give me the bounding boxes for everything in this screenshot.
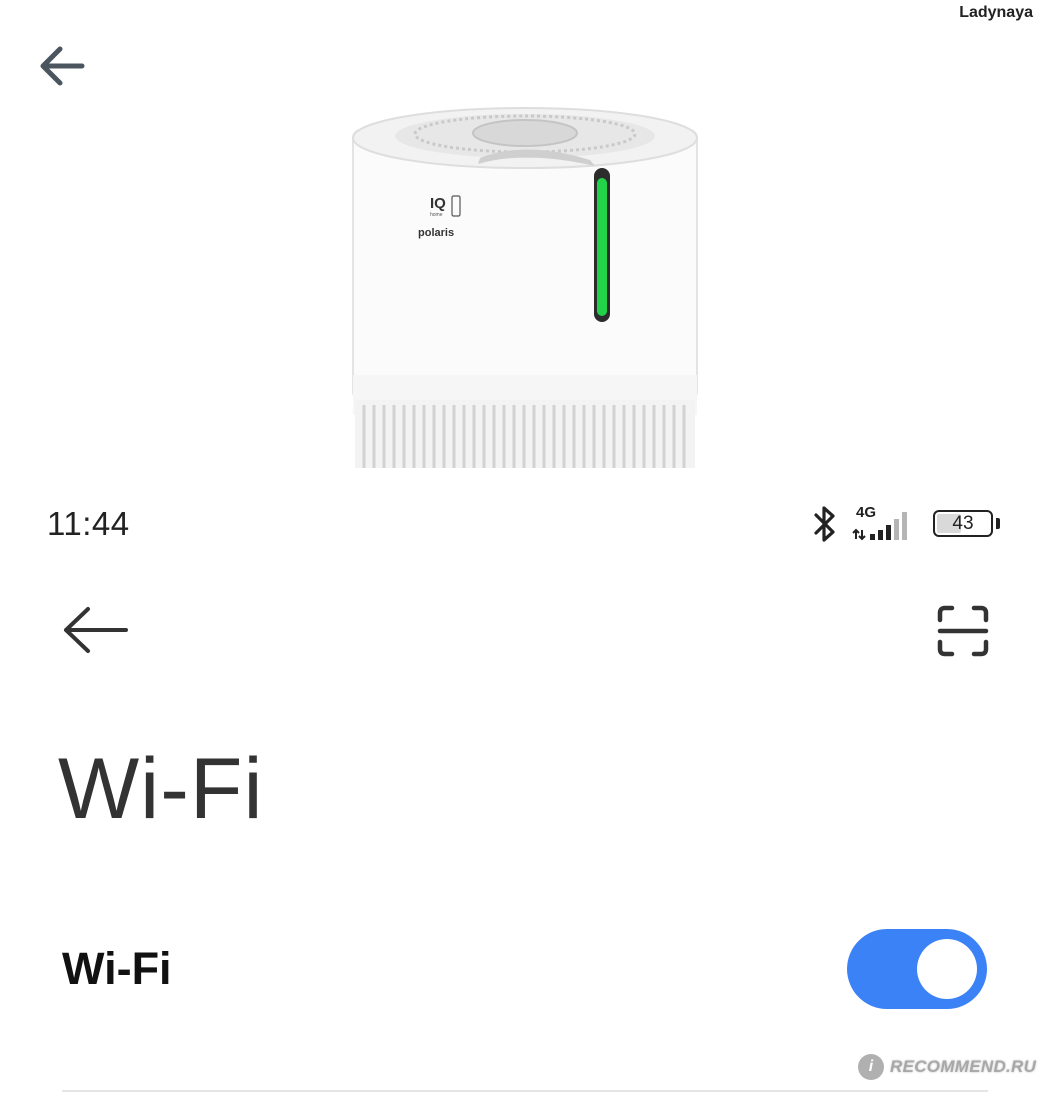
site-watermark-text: RECOMMEND.RU [890,1057,1037,1076]
username-watermark: Ladynaya [959,4,1033,21]
divider [62,1090,988,1092]
product-brand: polaris [418,227,454,239]
arrow-left-icon[interactable] [38,44,86,88]
toggle-knob [917,939,977,999]
scan-icon[interactable] [936,604,990,658]
product-image: IQ home polaris [352,107,698,468]
bluetooth-icon [814,506,835,542]
site-watermark-badge: i [858,1054,884,1080]
page-title: Wi-Fi [58,741,264,837]
site-watermark: i RECOMMEND.RU [858,1052,1036,1082]
signal-icon [852,512,907,541]
status-icons: 4G 43 [808,500,1018,548]
battery-tip [996,518,1000,529]
wifi-row-label: Wi-Fi [62,943,172,994]
product-iq-sub: home [430,212,443,218]
product-iq-label: IQ [430,195,446,212]
back-button[interactable] [62,606,130,654]
battery-level: 43 [952,513,974,534]
battery-icon: 43 [933,510,993,537]
status-time: 11:44 [47,505,130,542]
wifi-toggle[interactable] [847,929,987,1009]
